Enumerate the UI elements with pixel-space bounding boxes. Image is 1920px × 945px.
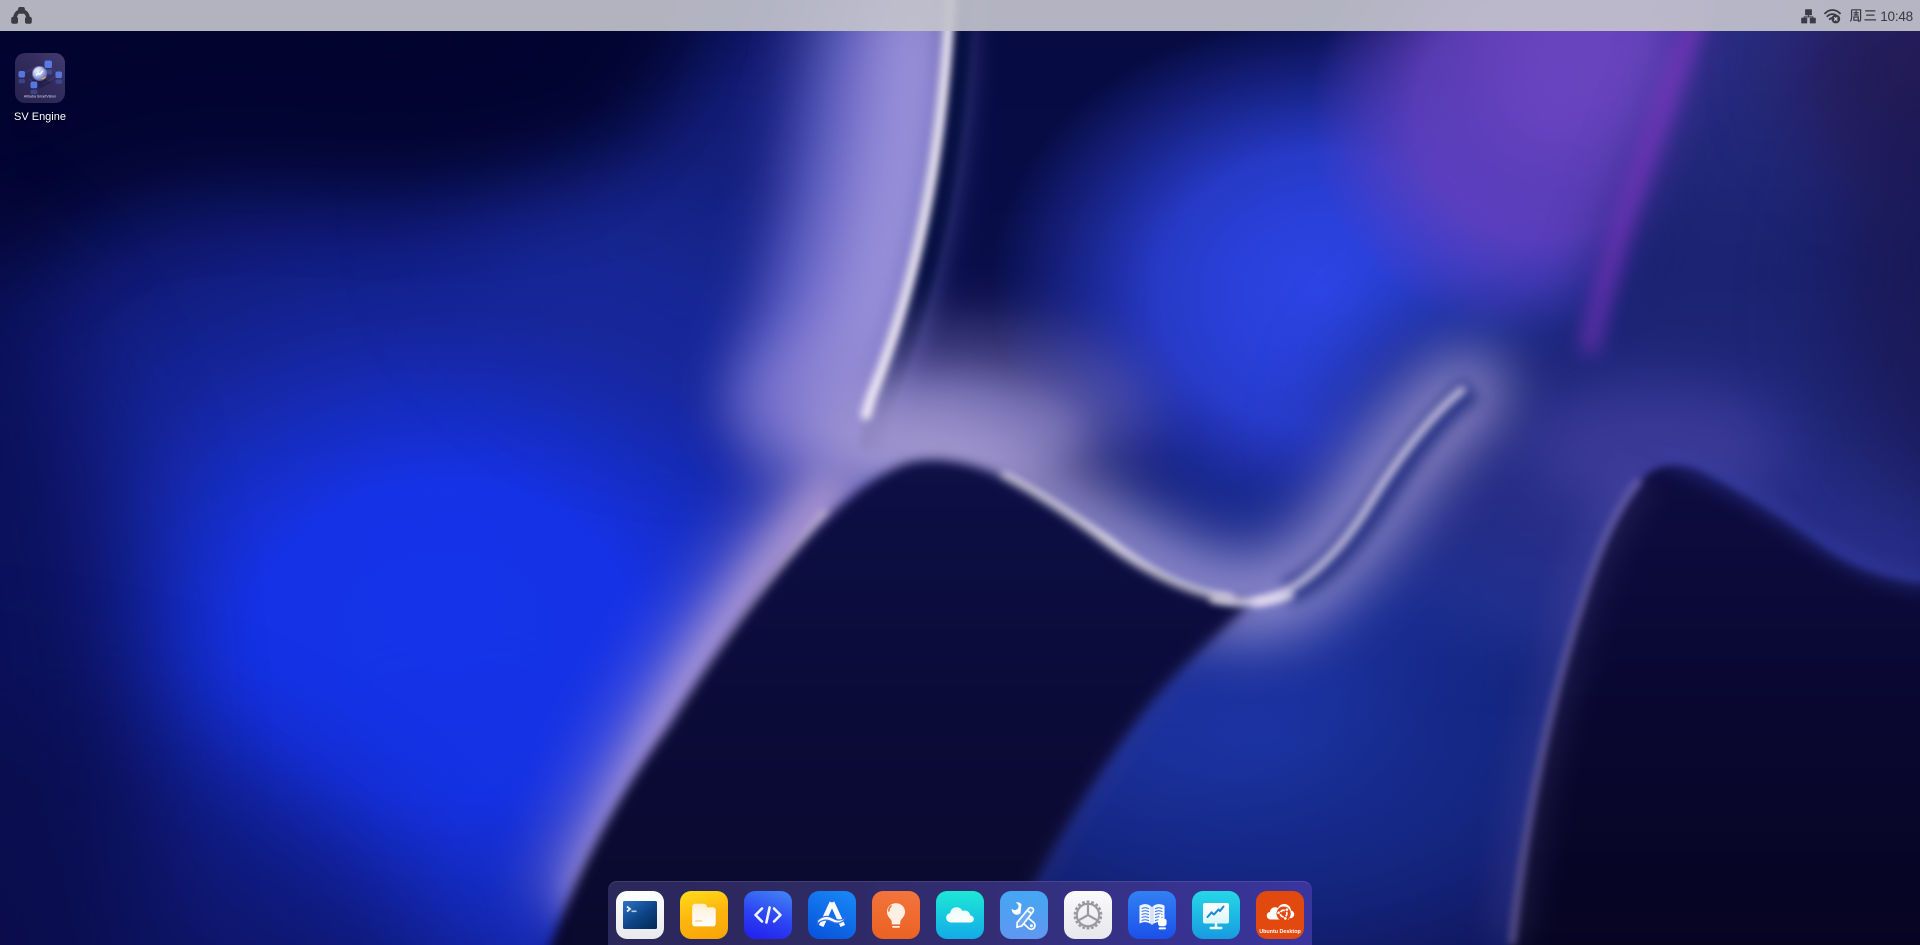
svg-text:Alibaba SmartVision: Alibaba SmartVision: [24, 95, 56, 99]
svg-text:Ubuntu Desktop: Ubuntu Desktop: [1259, 929, 1301, 935]
